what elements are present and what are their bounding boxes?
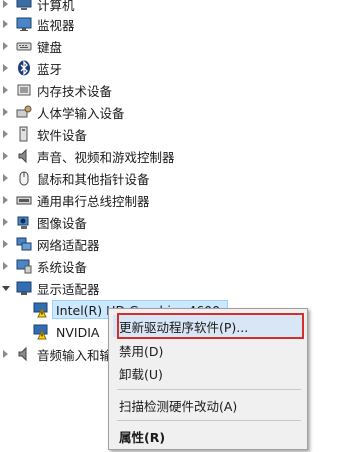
- tree-item-label: 监视器: [37, 17, 75, 33]
- hid-icon: [16, 104, 32, 120]
- expand-arrow-icon[interactable]: [3, 86, 8, 94]
- collapse-arrow-icon[interactable]: [2, 285, 10, 291]
- expand-arrow-icon[interactable]: [3, 0, 8, 8]
- tree-item-label: 键盘: [37, 39, 63, 55]
- expand-arrow-icon[interactable]: [3, 240, 8, 248]
- expand-arrow-icon[interactable]: [3, 20, 8, 28]
- tree-item-label: 计算机: [37, 0, 75, 13]
- display-adapter-icon: [16, 280, 32, 296]
- network-adapter-icon: [16, 236, 32, 252]
- menu-item-properties[interactable]: 属性(R): [113, 425, 303, 447]
- tree-item-label: 显示适配器: [37, 281, 100, 297]
- expand-arrow-icon[interactable]: [3, 130, 8, 138]
- monitor-icon: [16, 16, 32, 32]
- expand-arrow-icon[interactable]: [3, 42, 8, 50]
- warning-display-icon: [33, 324, 49, 340]
- tree-item-label: 蓝牙: [37, 61, 63, 77]
- speaker-icon: [16, 148, 32, 164]
- tree-item-label: 通用串行总线控制器: [37, 193, 150, 209]
- tree-item-label: 鼠标和其他指针设备: [37, 171, 150, 187]
- expand-arrow-icon[interactable]: [3, 152, 8, 160]
- tree-item-label: 图像设备: [37, 215, 88, 231]
- red-highlight-box: [117, 313, 304, 339]
- speaker-icon: [16, 346, 32, 362]
- camera-icon: [16, 214, 32, 230]
- usb-icon: [16, 192, 32, 208]
- tree-item-label: 软件设备: [37, 127, 88, 143]
- tree-item-label: 人体学输入设备: [37, 105, 125, 121]
- menu-item-disable[interactable]: 禁用(D): [113, 339, 303, 361]
- mouse-icon: [16, 170, 32, 186]
- menu-separator: [117, 420, 301, 421]
- memory-device-icon: [16, 82, 32, 98]
- software-device-icon: [16, 126, 32, 142]
- warning-display-icon: [33, 302, 49, 318]
- menu-separator: [117, 389, 301, 390]
- expand-arrow-icon[interactable]: [3, 350, 8, 358]
- menu-item-uninstall[interactable]: 卸载(U): [113, 362, 303, 384]
- tree-item-label: 内存技术设备: [37, 83, 113, 99]
- expand-arrow-icon[interactable]: [3, 262, 8, 270]
- menu-item-scan-hardware[interactable]: 扫描检测硬件改动(A): [113, 394, 303, 416]
- tree-item-label: NVIDIA: [56, 324, 100, 340]
- system-device-icon: [16, 258, 32, 274]
- tree-item-label: 声音、视频和游戏控制器: [37, 149, 175, 165]
- expand-arrow-icon[interactable]: [3, 108, 8, 116]
- bluetooth-icon: [16, 60, 32, 76]
- device-manager-tree: 计算机 监视器 键盘 蓝牙 内存技术设备 人体学输入设备 软件设备 声音、视频和…: [0, 0, 339, 452]
- expand-arrow-icon[interactable]: [3, 174, 8, 182]
- tree-item-label: 网络适配器: [37, 237, 100, 253]
- expand-arrow-icon[interactable]: [3, 218, 8, 226]
- expand-arrow-icon[interactable]: [3, 64, 8, 72]
- expand-arrow-icon[interactable]: [3, 196, 8, 204]
- computer-icon: [16, 0, 32, 12]
- tree-item-label: 系统设备: [37, 259, 88, 275]
- keyboard-icon: [16, 38, 32, 54]
